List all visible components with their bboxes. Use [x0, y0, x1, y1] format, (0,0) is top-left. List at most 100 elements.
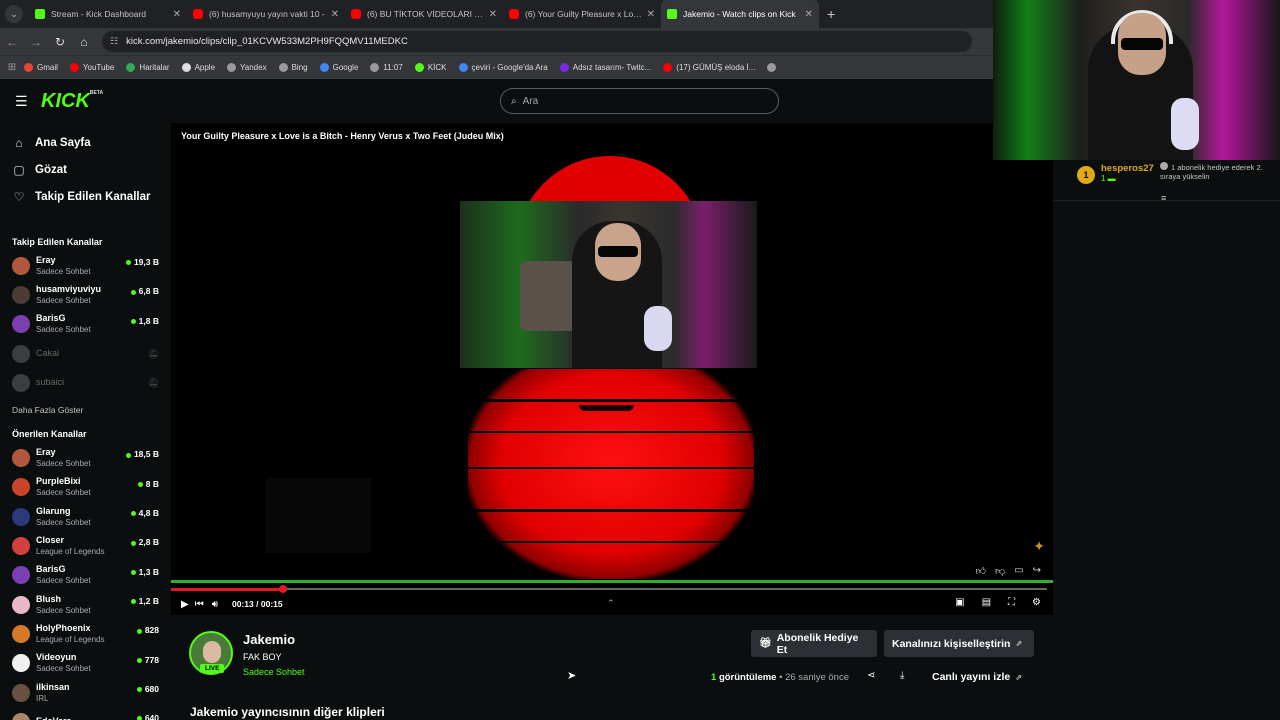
channel-name[interactable]: Jakemio	[243, 632, 295, 647]
bookmark-item[interactable]: YouTube	[69, 63, 114, 72]
share-icon[interactable]: ⋖	[867, 670, 875, 681]
home-icon[interactable]: ⌂	[72, 35, 96, 49]
apps-icon[interactable]: ⊞	[0, 62, 24, 73]
close-icon[interactable]: ✕	[805, 9, 813, 20]
filter-icon[interactable]: ≡	[1161, 193, 1166, 203]
play-icon[interactable]: ▶	[181, 599, 189, 610]
sidebar-channel[interactable]: PurpleBixi Sadece Sohbet 8 B	[0, 473, 170, 502]
bookmark-item[interactable]: Apple	[181, 63, 215, 72]
following-title: Takip Edilen Kanallar	[12, 237, 103, 247]
kick-logo[interactable]: KICKBETA	[41, 90, 103, 113]
bookmark-item[interactable]: 11:07	[370, 63, 403, 72]
sidebar-channel[interactable]: HolyPhoenix League of Legends 828	[0, 619, 170, 648]
live-dot-icon	[130, 569, 136, 575]
watch-live-button[interactable]: Canlı yayını izle ⇗	[923, 665, 1031, 689]
avatar	[12, 478, 30, 497]
channel-name: BarisG	[36, 564, 66, 575]
external-link-icon: ⇗	[1015, 639, 1023, 648]
channel-category: Sadece Sohbet	[36, 488, 91, 498]
share-icon[interactable]: ↪	[1033, 565, 1041, 577]
chevron-up-icon[interactable]: ⌃	[607, 598, 615, 609]
url-field[interactable]: ☷ kick.com/jakemio/clips/clip_01KCVW533M2…	[102, 31, 972, 52]
bookmark-item[interactable]: Adsız tasarım- Twitc...	[559, 63, 651, 72]
tab-title: (6) BU TİKTOK VİDEOLARI GER	[367, 9, 485, 19]
tab-title: (6) Your Guilty Pleasure x Love i	[525, 9, 643, 19]
sidebar: ⌂ Ana Sayfa ▢ Gözat ♡ Takip Edilen Kanallar…	[0, 123, 170, 720]
sidebar-channel[interactable]: husamviyuviyu Sadece Sohbet 6,8 B	[0, 280, 170, 309]
avatar	[12, 624, 30, 643]
sidebar-channel[interactable]: BarisG Sadece Sohbet 1,3 B	[0, 561, 170, 590]
video-player[interactable]: Your Guilty Pleasure x Love is a Bitch -…	[171, 123, 1053, 615]
sidebar-channel[interactable]: Eray Sadece Sohbet 19,3 B	[0, 251, 170, 280]
reload-icon[interactable]: ↻	[48, 35, 72, 49]
show-more-link[interactable]: Daha Fazla Göster	[0, 397, 170, 423]
stream-category[interactable]: Sadece Sohbet	[243, 667, 305, 677]
sidebar-channel[interactable]: subaici 🔕︎	[0, 368, 170, 397]
viewer-count: 6,8 B	[130, 286, 159, 296]
close-icon[interactable]: ✕	[173, 9, 181, 20]
tab-title: (6) husamyuyu yayın vakti 10 -	[209, 9, 325, 19]
top-gifter[interactable]: 1 hesperos27 1 ▬	[1077, 163, 1154, 184]
sidebar-item-following[interactable]: ♡ Takip Edilen Kanallar	[0, 183, 170, 210]
globe-icon[interactable]	[767, 63, 780, 72]
customize-channel-button[interactable]: Kanalınızı kişiselleştirin ⇗	[884, 630, 1034, 657]
gift-icon	[1160, 162, 1168, 170]
sidebar-channel[interactable]: ilkinsan IRL 680	[0, 678, 170, 707]
viewer-count: 4,8 B	[130, 508, 159, 518]
browser-tab-3[interactable]: (6) BU TİKTOK VİDEOLARI GER ✕	[345, 0, 503, 28]
site-settings-icon[interactable]: ☷	[110, 36, 118, 47]
sidebar-channel[interactable]: BarisG Sadece Sohbet 1,8 B	[0, 310, 170, 339]
channel-name: Cakal	[36, 348, 60, 359]
viewer-count: 640	[136, 713, 159, 720]
browser-tab-1[interactable]: Stream - Kick Dashboard ✕	[29, 0, 187, 28]
settings-icon[interactable]: ⚙	[1032, 597, 1041, 608]
gift-leaderboard-message: 1 abonelik hediye ederek 2. sıraya yükse…	[1160, 162, 1263, 181]
sidebar-item-browse[interactable]: ▢ Gözat	[0, 156, 170, 183]
canva-icon	[559, 63, 569, 72]
theater-icon[interactable]: ▤	[982, 597, 991, 608]
live-dot-icon	[136, 716, 142, 720]
gift-sub-button[interactable]: 🎁︎ Abonelik Hediye Et	[751, 630, 877, 657]
seek-bar[interactable]	[171, 580, 1053, 593]
sidebar-channel[interactable]: Cakal 🔕︎	[0, 339, 170, 368]
bookmark-item[interactable]: Google	[319, 63, 358, 72]
sidebar-channel[interactable]: Glarung Sadece Sohbet 4,8 B	[0, 502, 170, 531]
search-input[interactable]: ⌕ Ara	[500, 88, 779, 114]
download-icon[interactable]: ⤓	[900, 670, 904, 681]
browser-tab-4[interactable]: (6) Your Guilty Pleasure x Love i ✕	[503, 0, 661, 28]
browser-tab-2[interactable]: (6) husamyuyu yayın vakti 10 - ✕	[187, 0, 345, 28]
bookmark-item[interactable]: Bing	[278, 63, 308, 72]
like-icon[interactable]: 👍︎	[976, 565, 986, 577]
menu-icon[interactable]: ☰	[15, 93, 29, 110]
live-dot-icon	[130, 318, 136, 324]
close-icon[interactable]: ✕	[489, 9, 497, 20]
volume-icon[interactable]: 🔊︎	[212, 599, 218, 610]
sidebar-channel[interactable]: Closer League of Legends 2,8 B	[0, 531, 170, 560]
comment-icon[interactable]: ▭	[1014, 565, 1023, 577]
seek-handle[interactable]	[279, 585, 288, 593]
forward-icon[interactable]: →	[24, 35, 48, 49]
bookmark-item[interactable]: çeviri - Google'da Ara	[458, 63, 548, 72]
sidebar-item-home[interactable]: ⌂ Ana Sayfa	[0, 129, 170, 156]
sidebar-channel[interactable]: EdaVera 640	[0, 707, 170, 720]
close-icon[interactable]: ✕	[331, 9, 339, 20]
dislike-icon[interactable]: 👎︎	[995, 565, 1005, 577]
sidebar-channel[interactable]: Videoyun Sadece Sohbet 778	[0, 649, 170, 678]
miniplayer-icon[interactable]: ▣	[955, 597, 964, 608]
sidebar-channel[interactable]: Eray Sadece Sohbet 18,5 B	[0, 443, 170, 472]
close-icon[interactable]: ✕	[647, 9, 655, 20]
tab-search-icon[interactable]: ⌄	[5, 5, 23, 23]
clip-meta: 1 görüntüleme • 26 saniye önce	[711, 672, 849, 683]
bookmark-item[interactable]: Haritalar	[126, 63, 170, 72]
bookmark-item[interactable]: KİCK	[414, 63, 447, 72]
fullscreen-icon[interactable]: ⛶	[1008, 597, 1015, 608]
back-icon[interactable]: ←	[0, 35, 24, 49]
skip-icon[interactable]: ⏮	[195, 599, 204, 610]
bookmark-item[interactable]: Yandex	[227, 63, 267, 72]
channel-name: ilkinsan	[36, 681, 70, 692]
browser-tab-5[interactable]: Jakemio - Watch clips on Kick ✕	[661, 0, 819, 28]
bookmark-item[interactable]: Gmail	[24, 63, 58, 72]
new-tab-icon[interactable]: +	[827, 6, 835, 22]
bookmark-item[interactable]: (17) GÜMÜŞ eloda İ...	[663, 63, 755, 72]
sidebar-channel[interactable]: Blush Sadece Sohbet 1,2 B	[0, 590, 170, 619]
